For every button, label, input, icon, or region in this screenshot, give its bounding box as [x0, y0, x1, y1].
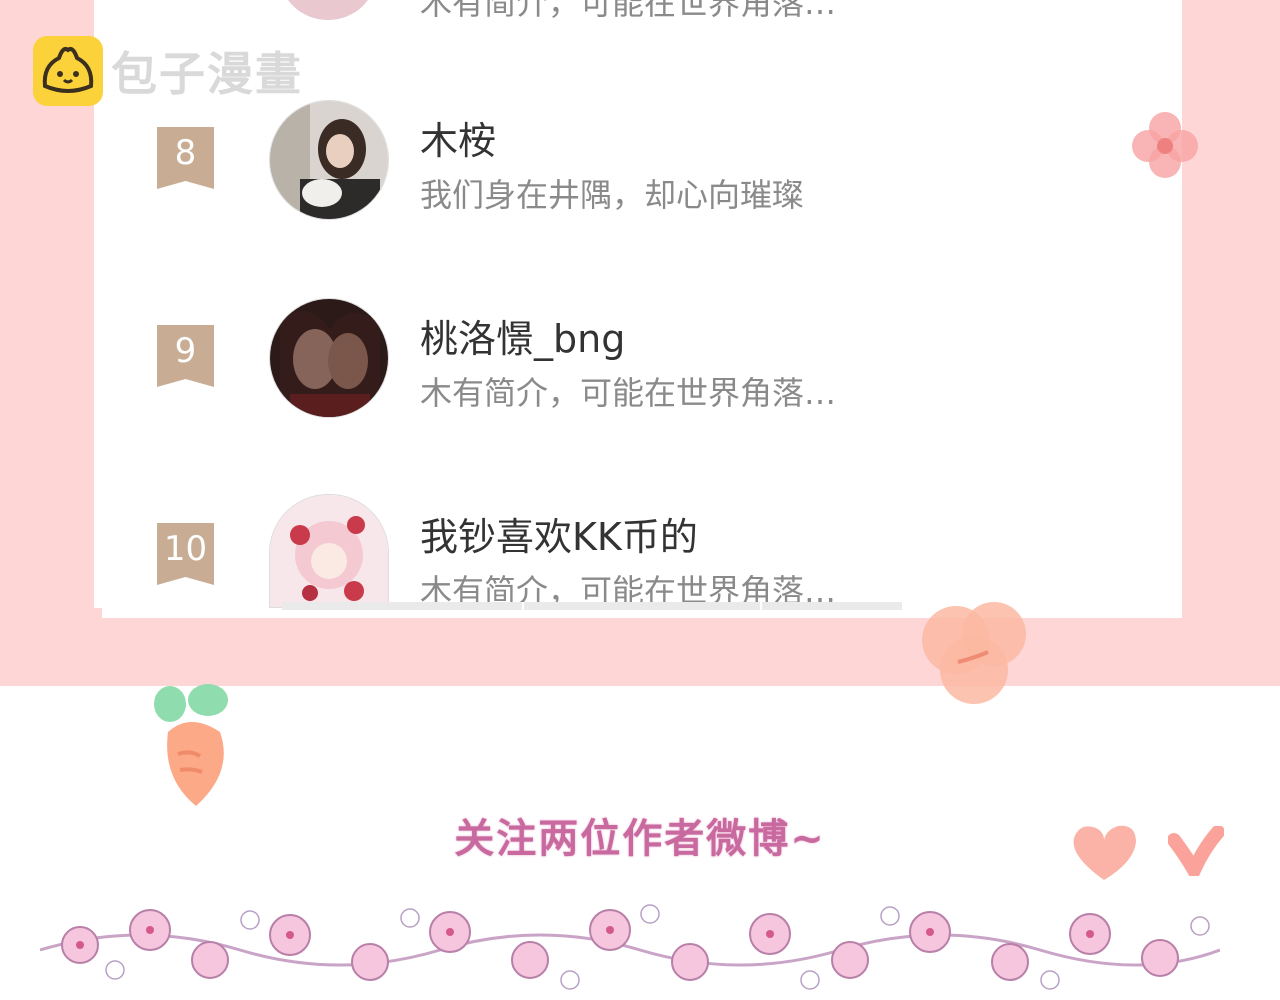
- user-name[interactable]: 木桉: [420, 110, 496, 165]
- user-bio: 我们身在井隅，却心向璀璨: [420, 176, 805, 214]
- rank-badge: 8: [157, 127, 214, 189]
- heart-flower-icon: [922, 602, 1026, 704]
- avatar[interactable]: [269, 100, 389, 220]
- horizontal-scrollbar[interactable]: [282, 602, 902, 610]
- watermark-logo: 包子漫畫: [33, 36, 303, 106]
- follow-authors-banner: 关注两位作者微博~: [0, 806, 1280, 865]
- flower-garland: [40, 904, 1220, 990]
- carrot-icon: [154, 684, 228, 806]
- follow-text: 关注两位作者微博~: [452, 814, 827, 865]
- rank-number: 8: [174, 133, 197, 173]
- rank-number: 10: [163, 529, 208, 569]
- user-name[interactable]: 我钞喜欢KK币的: [420, 506, 698, 561]
- avatar[interactable]: [269, 494, 389, 608]
- bun-icon: [33, 36, 103, 106]
- rank-number: 9: [174, 331, 197, 371]
- flower-icon: [1132, 112, 1198, 178]
- rank-badge: 9: [157, 325, 214, 387]
- watermark-text: 包子漫畫: [111, 47, 303, 101]
- user-name[interactable]: 桃洛憬_bng: [420, 308, 625, 363]
- avatar[interactable]: [269, 298, 389, 418]
- partial-row-bio: 木有简介，可能在世界角落…: [420, 0, 837, 22]
- user-bio: 木有简介，可能在世界角落…: [420, 374, 837, 412]
- rank-badge: 10: [157, 523, 214, 585]
